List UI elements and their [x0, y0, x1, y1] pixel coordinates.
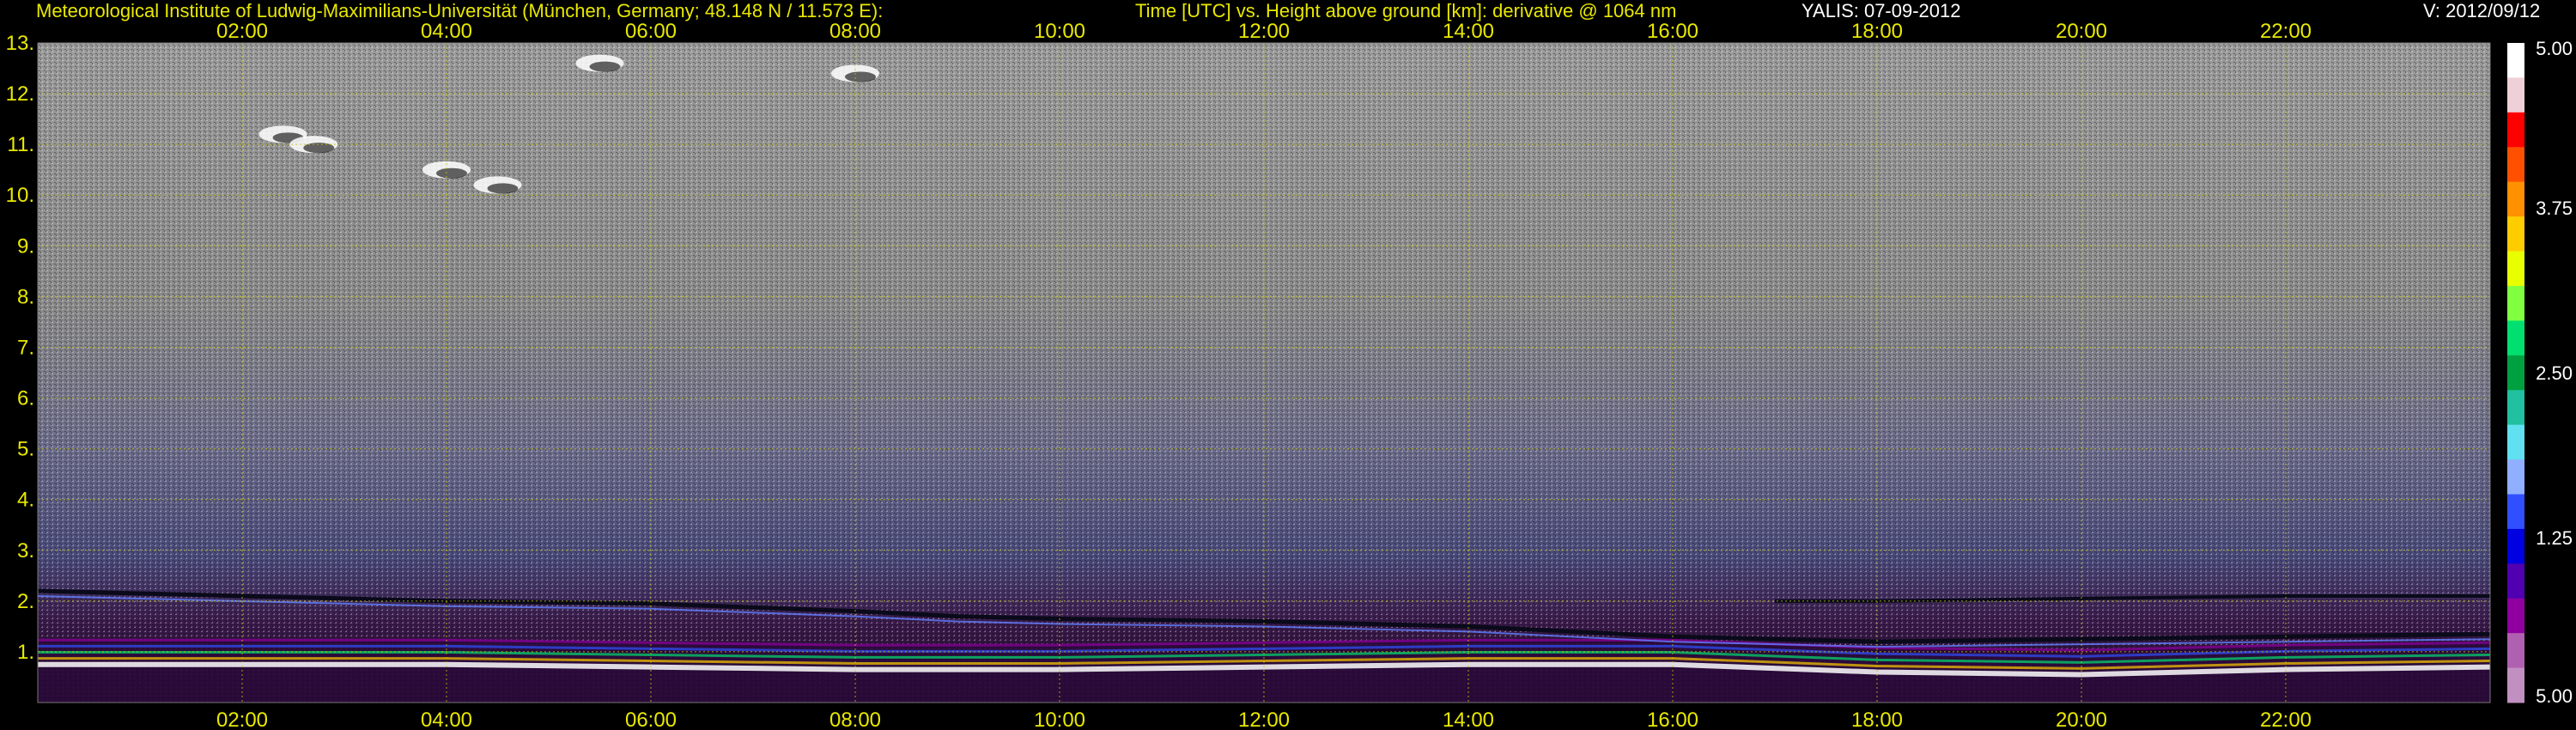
- y-tick-label: 11.: [7, 133, 34, 156]
- colorbar-segment: [2507, 77, 2524, 113]
- x-tick-label-top: 08:00: [829, 20, 881, 43]
- colorbar-segment: [2507, 355, 2524, 391]
- colorbar-segment: [2507, 459, 2524, 495]
- x-tick-label-top: 04:00: [421, 20, 472, 43]
- x-tick-label-bottom: 22:00: [2260, 709, 2312, 730]
- colorbar-tick-label: 5.00: [2536, 685, 2573, 707]
- colorbar-segment: [2507, 181, 2524, 217]
- cloud-patch-shadow: [845, 71, 876, 82]
- x-tick-label-top: 10:00: [1034, 20, 1085, 43]
- y-tick-label: 5.: [17, 438, 34, 461]
- x-tick-label-top: 22:00: [2260, 20, 2312, 43]
- x-tick-label-bottom: 16:00: [1647, 709, 1698, 730]
- y-tick-label: 8.: [17, 285, 34, 308]
- x-tick-label-bottom: 02:00: [216, 709, 268, 730]
- y-tick-label: 3.: [17, 539, 34, 563]
- y-tick-label: 2.: [17, 590, 34, 613]
- colorbar-segment: [2507, 633, 2524, 669]
- colorbar-tick-label: 5.00: [2536, 38, 2573, 59]
- colorbar-tick-label: 3.75: [2536, 198, 2573, 219]
- y-tick-label: 12.: [6, 82, 34, 106]
- lidar-chart: 02:00 04:00 06:00 08:00 10:00 12:00 14:00 16:00…: [6, 20, 2573, 730]
- x-tick-label-bottom: 08:00: [829, 709, 881, 730]
- y-tick-label: 7.: [17, 336, 34, 359]
- colorbar-segment: [2507, 598, 2524, 634]
- x-tick-label-top: 12:00: [1238, 20, 1290, 43]
- colorbar-segment: [2507, 320, 2524, 356]
- x-axis-bottom: 02:00 04:00 06:00 08:00 10:00 12:00 14:00 16:00…: [216, 709, 2312, 730]
- colorbar-segment: [2507, 667, 2524, 703]
- colorbar-segment: [2507, 216, 2524, 252]
- colorbar-segment: [2507, 528, 2524, 564]
- x-axis-top: 02:00 04:00 06:00 08:00 10:00 12:00 14:00 16:00…: [216, 20, 2312, 43]
- y-tick-label: 13.: [6, 32, 34, 55]
- y-tick-label: 4.: [17, 489, 34, 512]
- colorbar-segment: [2507, 251, 2524, 287]
- x-tick-label-top: 20:00: [2056, 20, 2107, 43]
- colorbar-tick-label: 2.50: [2536, 362, 2573, 384]
- x-tick-label-bottom: 20:00: [2056, 709, 2107, 730]
- colorbar-segment: [2507, 390, 2524, 426]
- x-tick-label-bottom: 14:00: [1443, 709, 1494, 730]
- x-tick-label-top: 02:00: [216, 20, 268, 43]
- colorbar: 5.00 3.75 2.50 1.25 5.00: [2507, 38, 2573, 707]
- x-tick-label-top: 16:00: [1647, 20, 1698, 43]
- y-tick-label: 1.: [17, 641, 34, 664]
- x-tick-label-bottom: 10:00: [1034, 709, 1085, 730]
- y-axis: 1. 2. 3. 4. 5. 6. 7. 8. 9. 10. 11. 12. 13.: [6, 32, 34, 664]
- cloud-patch-shadow: [303, 143, 335, 154]
- x-tick-label-top: 06:00: [625, 20, 677, 43]
- cloud-patch-shadow: [487, 183, 519, 194]
- cloud-patch-shadow: [589, 61, 621, 72]
- y-tick-label: 9.: [17, 234, 34, 258]
- x-tick-label-bottom: 06:00: [625, 709, 677, 730]
- colorbar-segment: [2507, 494, 2524, 530]
- colorbar-segment: [2507, 285, 2524, 321]
- y-tick-label: 10.: [6, 184, 34, 207]
- y-tick-label: 6.: [17, 387, 34, 411]
- x-tick-label-bottom: 18:00: [1851, 709, 1903, 730]
- x-tick-label-top: 14:00: [1443, 20, 1494, 43]
- cloud-patch-shadow: [436, 167, 467, 179]
- colorbar-segment: [2507, 112, 2524, 148]
- colorbar-segment: [2507, 424, 2524, 460]
- colorbar-segment: [2507, 563, 2524, 599]
- x-tick-label-bottom: 04:00: [421, 709, 472, 730]
- colorbar-segment: [2507, 43, 2524, 78]
- x-tick-label-top: 18:00: [1851, 20, 1903, 43]
- colorbar-segment: [2507, 147, 2524, 183]
- x-tick-label-bottom: 12:00: [1238, 709, 1290, 730]
- colorbar-tick-label: 1.25: [2536, 527, 2573, 549]
